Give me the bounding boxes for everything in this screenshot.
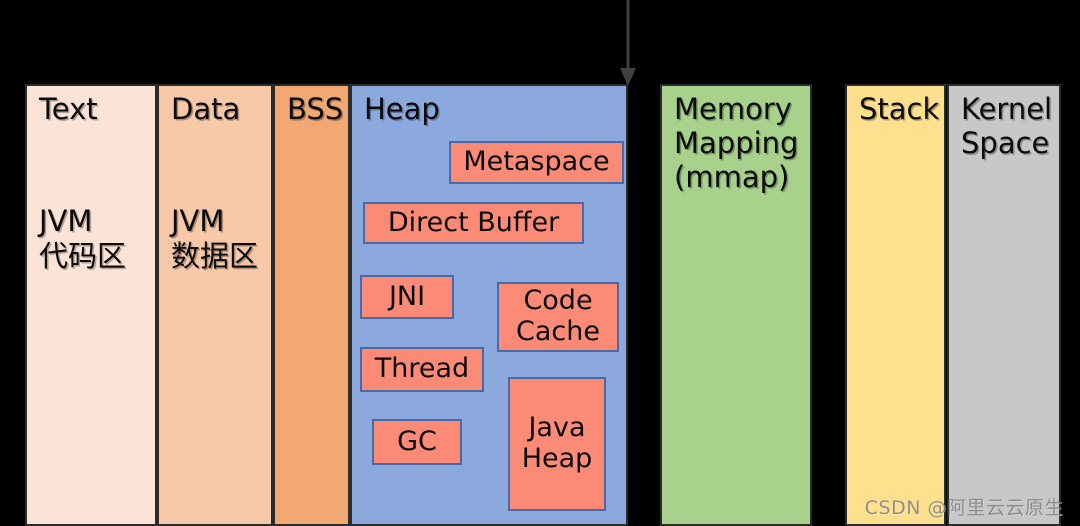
segment-text: Text JVM 代码区 xyxy=(25,84,157,526)
down-arrow-to-heap xyxy=(612,0,644,90)
segment-memory-mapping: Memory Mapping (mmap) xyxy=(660,84,812,526)
segment-bss: BSS xyxy=(273,84,350,526)
segment-memory-mapping-label: Memory Mapping (mmap) xyxy=(674,92,799,195)
heap-region-direct-buffer: Direct Buffer xyxy=(363,202,584,244)
segment-bss-label: BSS xyxy=(287,92,344,126)
heap-region-thread-label: Thread xyxy=(374,353,470,385)
heap-region-jni-label: JNI xyxy=(388,280,426,312)
segment-data-label: Data xyxy=(171,92,241,126)
segment-heap-label: Heap xyxy=(364,92,440,126)
heap-region-direct-buffer-label: Direct Buffer xyxy=(387,206,560,238)
heap-region-java-heap-label: Java Heap xyxy=(521,412,593,474)
segment-kernel-space-label: Kernel Space xyxy=(961,92,1053,161)
heap-region-gc-label: GC xyxy=(397,425,437,457)
heap-region-metaspace-label: Metaspace xyxy=(463,146,610,178)
segment-kernel-space: Kernel Space xyxy=(947,84,1061,526)
segment-stack: Stack xyxy=(845,84,946,526)
segment-heap: Heap Metaspace Direct Buffer JNI Code Ca… xyxy=(350,84,628,526)
heap-region-gc: GC xyxy=(372,419,462,465)
segment-data: Data JVM 数据区 xyxy=(157,84,273,526)
segment-text-label: Text xyxy=(39,92,98,126)
down-arrow-icon xyxy=(620,0,636,86)
heap-region-thread: Thread xyxy=(360,347,484,392)
heap-region-java-heap: Java Heap xyxy=(508,377,606,511)
segment-data-sublabel: JVM 数据区 xyxy=(171,204,259,274)
heap-region-metaspace: Metaspace xyxy=(449,141,624,184)
segment-stack-label: Stack xyxy=(859,92,940,126)
heap-region-code-cache: Code Cache xyxy=(497,282,619,352)
heap-region-jni: JNI xyxy=(360,275,454,319)
segment-text-sublabel: JVM 代码区 xyxy=(39,204,127,274)
heap-region-code-cache-label: Code Cache xyxy=(516,285,600,347)
diagram-canvas: Text JVM 代码区 Data JVM 数据区 BSS Heap Metas… xyxy=(0,0,1080,526)
